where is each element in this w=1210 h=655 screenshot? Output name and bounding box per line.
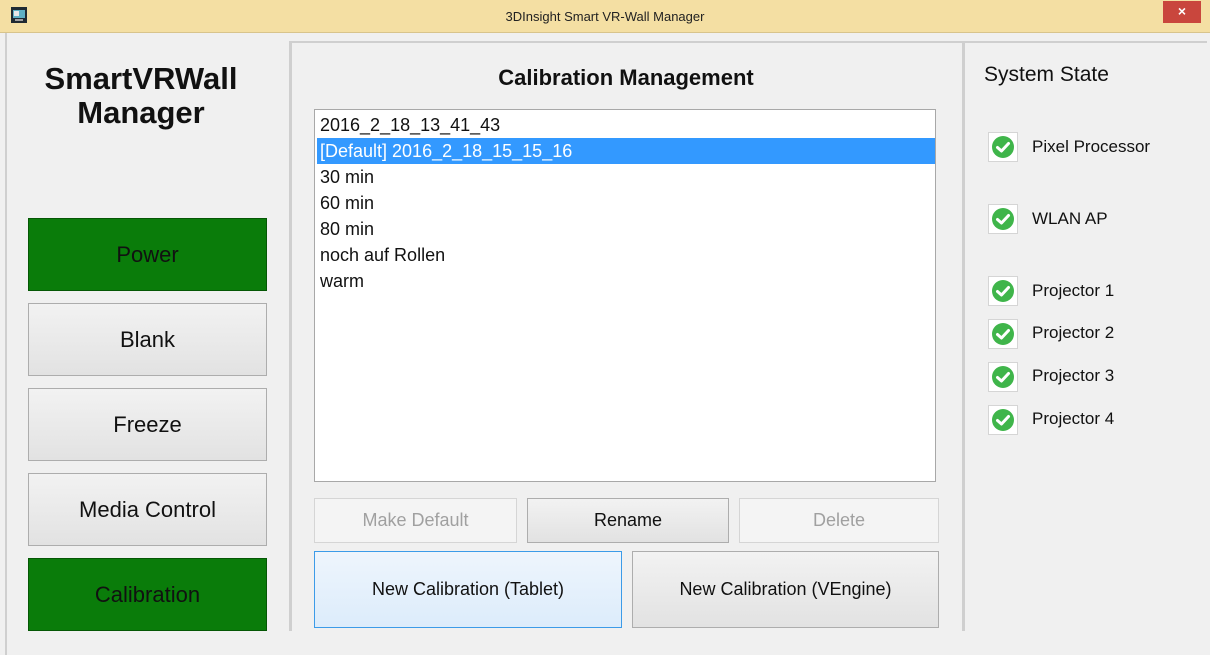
make-default-button[interactable]: Make Default	[314, 498, 517, 543]
rename-button[interactable]: Rename	[527, 498, 729, 543]
check-circle-icon	[988, 132, 1018, 162]
blank-button[interactable]: Blank	[28, 303, 267, 376]
list-item-selected[interactable]: [Default] 2016_2_18_15_15_16	[317, 138, 935, 164]
state-label-projector-1: Projector 1	[1032, 281, 1115, 300]
calibration-button[interactable]: Calibration	[28, 558, 267, 631]
divider	[289, 41, 292, 631]
check-circle-icon	[988, 204, 1018, 234]
divider	[292, 41, 962, 43]
app-title: SmartVRWall Manager	[11, 62, 271, 130]
divider	[962, 41, 965, 631]
freeze-button[interactable]: Freeze	[28, 388, 267, 461]
close-button[interactable]: ×	[1163, 1, 1201, 23]
system-state-title: System State	[984, 63, 1109, 86]
state-label-projector-4: Projector 4	[1032, 409, 1115, 428]
state-label-projector-2: Projector 2	[1032, 323, 1115, 342]
media-control-button[interactable]: Media Control	[28, 473, 267, 546]
state-label-wlan-ap: WLAN AP	[1032, 209, 1108, 228]
state-label-pixel-processor: Pixel Processor	[1032, 137, 1151, 156]
state-label-projector-3: Projector 3	[1032, 366, 1115, 385]
title-bar: 3DInsight Smart VR-Wall Manager ×	[0, 0, 1210, 33]
app-title-line2: Manager	[77, 95, 205, 130]
list-item[interactable]: 2016_2_18_13_41_43	[317, 112, 935, 138]
window-title: 3DInsight Smart VR-Wall Manager	[505, 9, 705, 24]
divider	[965, 41, 1207, 43]
check-circle-icon	[988, 362, 1018, 392]
list-item[interactable]: warm	[317, 268, 935, 294]
delete-button[interactable]: Delete	[739, 498, 939, 543]
list-item[interactable]: 60 min	[317, 190, 935, 216]
check-circle-icon	[988, 276, 1018, 306]
list-item[interactable]: 80 min	[317, 216, 935, 242]
list-item[interactable]: noch auf Rollen	[317, 242, 935, 268]
check-circle-icon	[988, 319, 1018, 349]
check-circle-icon	[988, 405, 1018, 435]
app-title-line1: SmartVRWall	[44, 61, 238, 96]
list-item[interactable]: 30 min	[317, 164, 935, 190]
power-button[interactable]: Power	[28, 218, 267, 291]
main-window: SmartVRWall Manager Power Blank Freeze M…	[5, 33, 1207, 655]
calibration-list[interactable]: 2016_2_18_13_41_43 [Default] 2016_2_18_1…	[314, 109, 936, 482]
new-calibration-vengine-button[interactable]: New Calibration (VEngine)	[632, 551, 939, 628]
calibration-title: Calibration Management	[498, 65, 754, 90]
new-calibration-tablet-button[interactable]: New Calibration (Tablet)	[314, 551, 622, 628]
